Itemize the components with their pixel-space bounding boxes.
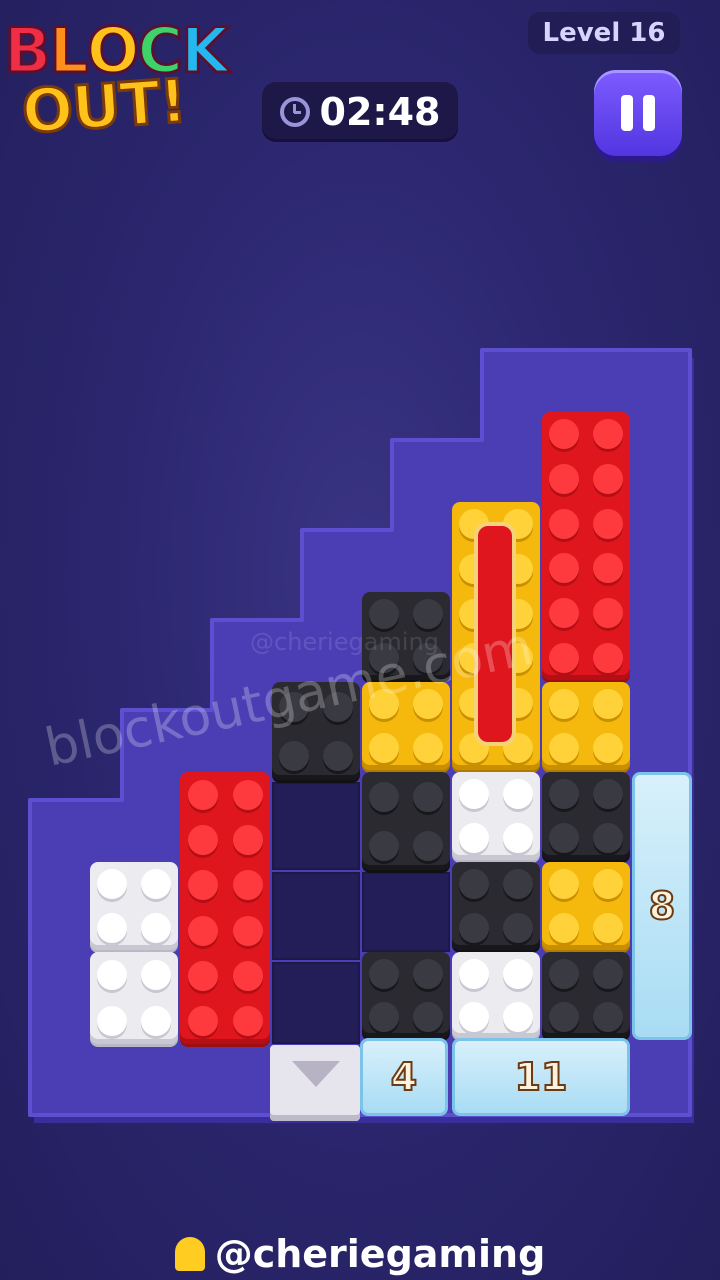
stud	[593, 913, 623, 943]
stud	[279, 740, 309, 771]
stud	[232, 961, 263, 991]
stud	[549, 508, 579, 539]
stud	[232, 1006, 263, 1037]
stud	[593, 958, 623, 989]
stud	[459, 823, 489, 853]
stud	[503, 1001, 533, 1032]
ice-counter-bottom-right: 11	[452, 1038, 630, 1116]
stud	[549, 913, 579, 943]
stud	[549, 869, 579, 899]
stud	[232, 915, 263, 946]
stud	[141, 1006, 171, 1036]
down-arrow-icon	[292, 1061, 340, 1087]
stud	[459, 958, 489, 989]
stud	[413, 1001, 443, 1032]
bell-icon	[174, 1237, 205, 1271]
white-block[interactable]	[452, 952, 540, 1038]
empty-cell	[362, 872, 450, 952]
stud	[369, 781, 399, 812]
stud	[141, 869, 171, 899]
stud	[187, 825, 218, 855]
stud	[459, 869, 489, 899]
stud	[97, 1006, 127, 1036]
stud	[323, 740, 353, 771]
stud	[369, 830, 399, 861]
stud	[593, 779, 623, 809]
stud	[593, 823, 623, 853]
stud	[232, 870, 263, 901]
stud	[187, 915, 218, 946]
stud	[549, 598, 579, 628]
stud	[503, 869, 533, 899]
stud	[369, 599, 399, 629]
white-block[interactable]	[452, 772, 540, 860]
stud	[593, 689, 623, 719]
ice-counter-bottom-left: 4	[360, 1038, 448, 1116]
stud	[413, 781, 443, 812]
stud	[232, 779, 263, 810]
stud	[97, 960, 127, 990]
white-block[interactable]	[90, 952, 178, 1044]
stud	[549, 419, 579, 450]
yellow-block[interactable]	[542, 862, 630, 950]
stud	[413, 958, 443, 989]
empty-cell	[272, 782, 360, 870]
stud	[97, 869, 127, 899]
stud	[369, 1001, 399, 1032]
stud	[549, 823, 579, 853]
yellow-block[interactable]	[542, 682, 630, 770]
stud	[549, 779, 579, 809]
handle-text: @cheriegaming	[214, 1232, 546, 1276]
black-block[interactable]	[362, 772, 450, 870]
stud	[549, 553, 579, 584]
stud	[369, 958, 399, 989]
stud	[187, 961, 218, 991]
stud	[593, 464, 623, 494]
stud	[503, 958, 533, 989]
empty-cell	[272, 872, 360, 960]
stud	[549, 1001, 579, 1032]
stud	[593, 733, 623, 763]
stud	[593, 598, 623, 628]
stud	[593, 508, 623, 539]
empty-cell	[272, 962, 360, 1044]
stud	[549, 689, 579, 719]
stud	[459, 1001, 489, 1032]
stud	[503, 823, 533, 853]
stud	[459, 913, 489, 943]
stud	[593, 642, 623, 673]
stud	[549, 733, 579, 763]
stud	[549, 464, 579, 494]
stud	[369, 733, 399, 763]
red-block[interactable]	[542, 412, 630, 680]
white-block[interactable]	[90, 862, 178, 950]
stud	[187, 870, 218, 901]
stud	[413, 830, 443, 861]
black-block[interactable]	[542, 952, 630, 1038]
stud	[97, 913, 127, 943]
stud	[141, 960, 171, 990]
stud	[187, 779, 218, 810]
stud	[503, 913, 533, 943]
black-block[interactable]	[362, 952, 450, 1038]
stud	[503, 779, 533, 809]
stud	[593, 419, 623, 450]
creator-handle: @cheriegaming	[0, 1232, 720, 1276]
red-block[interactable]	[180, 772, 270, 1044]
stud	[549, 642, 579, 673]
stud	[413, 599, 443, 629]
stud	[549, 958, 579, 989]
stud	[459, 779, 489, 809]
stud	[141, 913, 171, 943]
exit-gate	[270, 1045, 360, 1121]
black-block[interactable]	[452, 862, 540, 950]
ice-counter-right: 8	[632, 772, 692, 1040]
black-block[interactable]	[542, 772, 630, 860]
stud	[413, 733, 443, 763]
stud	[593, 1001, 623, 1032]
stud	[187, 1006, 218, 1037]
stud	[232, 825, 263, 855]
stud	[593, 869, 623, 899]
stud	[593, 553, 623, 584]
